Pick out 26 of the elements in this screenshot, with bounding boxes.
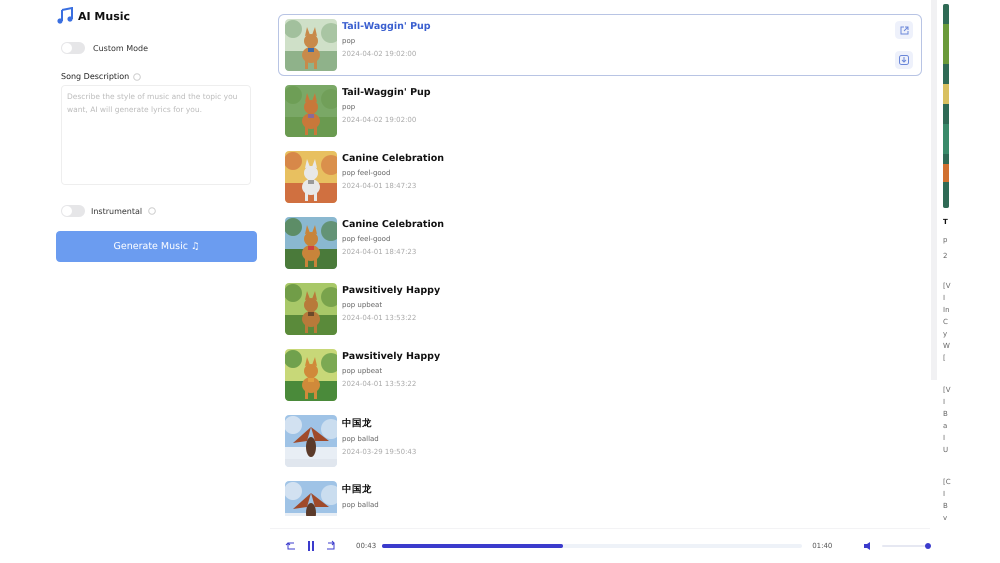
- song-title: Pawsitively Happy: [342, 285, 440, 296]
- song-title: 中国龙: [342, 417, 373, 430]
- song-title: Canine Celebration: [342, 219, 444, 230]
- song-description-label: Song Description: [61, 72, 130, 81]
- custom-mode-label: Custom Mode: [93, 44, 148, 52]
- instrumental-label: Instrumental: [91, 206, 142, 216]
- download-icon: [899, 55, 909, 65]
- share-button[interactable]: [895, 21, 913, 39]
- song-title: Tail-Waggin' Pup: [342, 87, 431, 98]
- info-icon: [148, 207, 156, 215]
- music-note-icon: [56, 7, 74, 25]
- app-title: AI Music: [78, 10, 130, 22]
- song-title: Tail-Waggin' Pup: [342, 21, 431, 32]
- progress-bar[interactable]: [382, 544, 802, 548]
- song-title: Pawsitively Happy: [342, 351, 440, 362]
- song-title: 中国龙: [342, 483, 373, 496]
- custom-mode-toggle[interactable]: [61, 42, 85, 54]
- download-button[interactable]: [895, 51, 913, 69]
- info-icon: [133, 72, 142, 80]
- pause-icon: [306, 540, 316, 552]
- share-icon: [900, 26, 908, 34]
- repeat-icon: [325, 540, 337, 552]
- instrumental-toggle[interactable]: [61, 205, 85, 217]
- loop-icon: [285, 540, 297, 552]
- song-title: Canine Celebration: [342, 153, 444, 164]
- volume-thumb[interactable]: [925, 543, 932, 549]
